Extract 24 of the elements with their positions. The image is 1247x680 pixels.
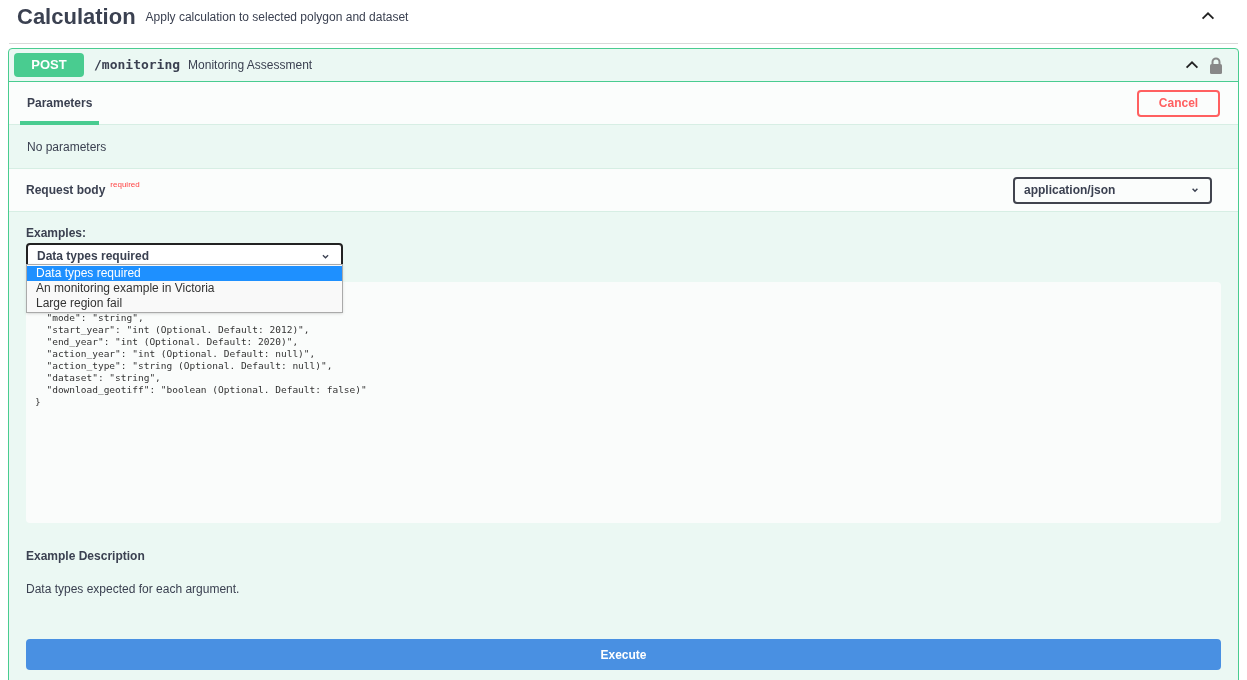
code-line: } <box>35 396 41 408</box>
content-type-select[interactable]: application/json <box>1013 176 1212 204</box>
endpoint-summary: Monitoring Assessment <box>188 57 313 74</box>
required-tag: required <box>110 179 140 191</box>
section-description: Apply calculation to selected polygon and dataset <box>145 9 409 26</box>
dropdown-option[interactable]: Large region fail <box>27 296 342 311</box>
examples-label: Examples: <box>26 225 88 242</box>
code-line: "end_year": "int (Optional. Default: 2020)", <box>45 336 299 348</box>
section-title: Calculation <box>17 2 136 31</box>
endpoint-path: /monitoring <box>94 56 181 75</box>
example-description-title: Example Description <box>26 548 146 565</box>
code-line: "action_type": "string (Optional. Default: null)", <box>45 360 333 372</box>
method-badge: POST <box>14 53 84 77</box>
code-line: "dataset": "string", <box>45 372 161 384</box>
lock-icon[interactable] <box>1209 56 1223 74</box>
code-line: "action_year": "int (Optional. Default: null)", <box>45 348 316 360</box>
code-line: "start_year": "int (Optional. Default: 2012)", <box>45 324 310 336</box>
code-line: "mode": "string", <box>45 312 144 324</box>
no-parameters-message: No parameters <box>27 138 107 156</box>
example-description-text: Data types expected for each argument. <box>26 581 241 598</box>
dropdown-option[interactable]: An monitoring example in Victoria <box>27 281 342 296</box>
request-body-label: Request body <box>26 182 106 199</box>
parameters-tab[interactable]: Parameters <box>20 81 100 125</box>
code-line: "download_geotiff": "boolean (Optional. Default: false)" <box>45 384 367 396</box>
